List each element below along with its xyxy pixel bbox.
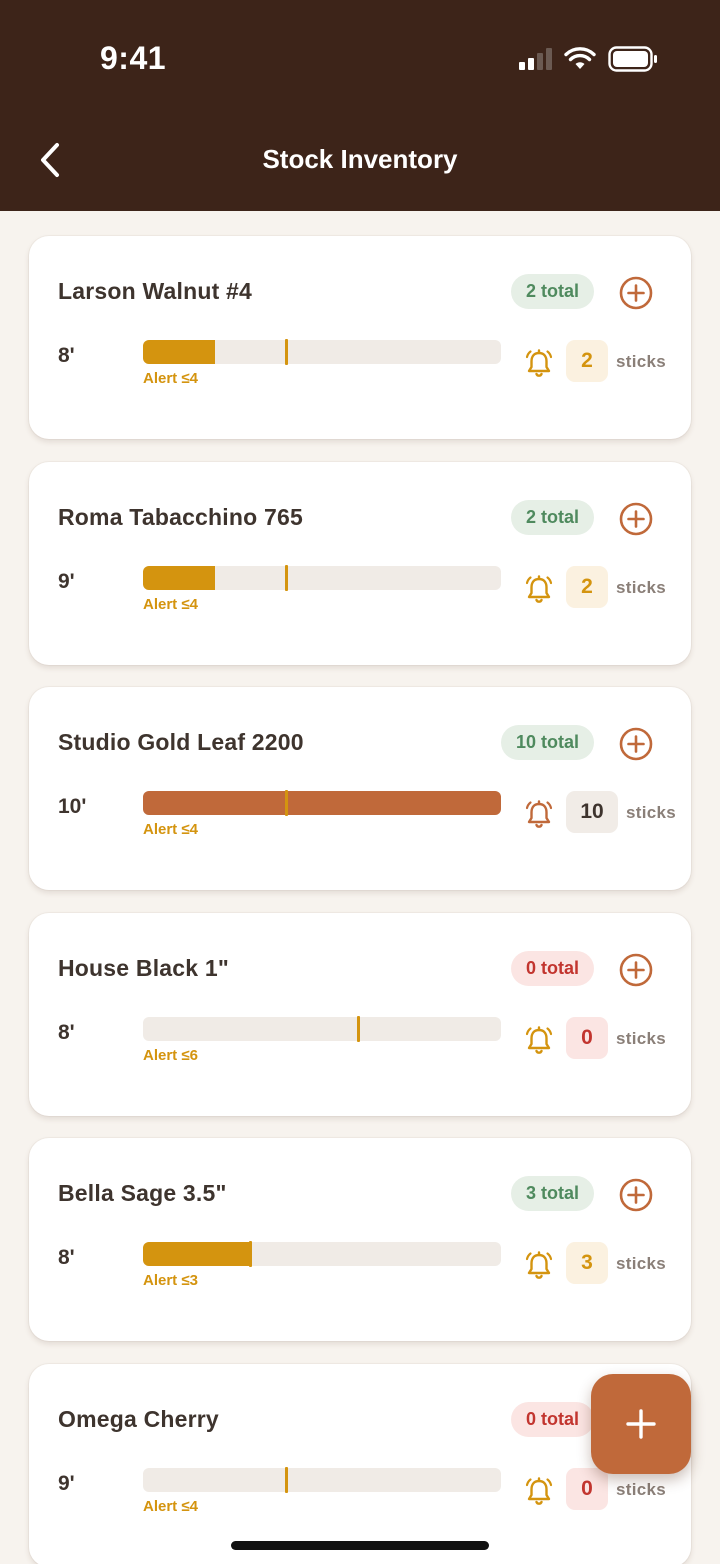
alert-threshold-marker	[357, 1016, 360, 1042]
alert-threshold-label: Alert ≤4	[143, 370, 198, 387]
battery-icon	[608, 46, 657, 72]
status-time: 9:41	[100, 40, 167, 76]
sticks-unit-label: sticks	[616, 1254, 667, 1273]
sticks-unit-label: sticks	[616, 1480, 667, 1499]
stock-level-bar	[143, 339, 501, 365]
frame-name: Studio Gold Leaf 2200	[58, 729, 304, 755]
stick-count[interactable]: 2	[566, 566, 608, 608]
total-badge: 10 total	[500, 725, 594, 760]
frame-name: Omega Cherry	[58, 1406, 219, 1432]
total-badge: 0 total	[510, 951, 594, 986]
stick-count[interactable]: 10	[566, 791, 618, 833]
bell-icon[interactable]	[524, 1250, 554, 1282]
page-title: Stock Inventory	[262, 144, 458, 174]
inventory-card[interactable]: Bella Sage 3.5" 3 total 8' Alert ≤3 3 st…	[29, 1138, 691, 1341]
stock-level-fill	[143, 566, 215, 590]
stock-level-bar	[143, 1467, 501, 1493]
stick-length: 8'	[58, 344, 75, 367]
stick-count[interactable]: 2	[566, 340, 608, 382]
stick-count[interactable]: 3	[566, 1242, 608, 1284]
alert-threshold-label: Alert ≤4	[143, 1498, 198, 1515]
inventory-card[interactable]: House Black 1" 0 total 8' Alert ≤6 0 sti…	[29, 913, 691, 1116]
alert-threshold-label: Alert ≤6	[143, 1047, 198, 1064]
stock-level-fill	[143, 1242, 250, 1266]
plus-circle-icon[interactable]	[619, 953, 653, 987]
plus-circle-icon[interactable]	[619, 276, 653, 310]
cellular-signal-icon	[519, 48, 552, 70]
alert-threshold-marker	[285, 790, 288, 816]
bell-icon[interactable]	[524, 574, 554, 606]
stick-length: 8'	[58, 1246, 75, 1269]
frame-name: Larson Walnut #4	[58, 278, 253, 304]
bell-icon[interactable]	[524, 799, 554, 831]
frame-name: House Black 1"	[58, 955, 229, 981]
sticks-unit-label: sticks	[616, 352, 667, 371]
plus-circle-icon[interactable]	[619, 727, 653, 761]
sticks-unit-label: sticks	[616, 1029, 667, 1048]
alert-threshold-marker	[249, 1241, 252, 1267]
stick-length: 10'	[58, 795, 87, 818]
stock-level-bar	[143, 790, 501, 816]
stock-level-fill	[143, 791, 501, 815]
frame-name: Roma Tabacchino 765	[58, 504, 303, 530]
sticks-unit-label: sticks	[626, 803, 677, 822]
alert-threshold-marker	[285, 565, 288, 591]
total-badge: 2 total	[510, 274, 594, 309]
add-frame-fab-button[interactable]	[591, 1374, 691, 1474]
alert-threshold-label: Alert ≤3	[143, 1272, 198, 1289]
stick-length: 9'	[58, 570, 75, 593]
stick-count[interactable]: 0	[566, 1017, 608, 1059]
inventory-card[interactable]: Larson Walnut #4 2 total 8' Alert ≤4 2 s…	[29, 236, 691, 439]
alert-threshold-marker	[285, 1467, 288, 1493]
bell-icon[interactable]	[524, 1476, 554, 1508]
total-badge: 3 total	[510, 1176, 594, 1211]
frame-name: Bella Sage 3.5"	[58, 1180, 227, 1206]
plus-circle-icon[interactable]	[619, 1178, 653, 1212]
inventory-card[interactable]: Roma Tabacchino 765 2 total 9' Alert ≤4 …	[29, 462, 691, 665]
sticks-unit-label: sticks	[616, 578, 667, 597]
plus-icon	[626, 1409, 656, 1439]
wifi-icon	[564, 47, 596, 69]
alert-threshold-label: Alert ≤4	[143, 596, 198, 613]
stock-level-bar	[143, 565, 501, 591]
plus-circle-icon[interactable]	[619, 502, 653, 536]
home-indicator	[231, 1541, 489, 1550]
bell-icon[interactable]	[524, 348, 554, 380]
stick-count[interactable]: 0	[566, 1468, 608, 1510]
inventory-card[interactable]: Studio Gold Leaf 2200 10 total 10' Alert…	[29, 687, 691, 890]
alert-threshold-marker	[285, 339, 288, 365]
alert-threshold-label: Alert ≤4	[143, 821, 198, 838]
navigation-bar: Stock Inventory	[0, 110, 720, 211]
stock-level-bar	[143, 1241, 501, 1267]
bell-icon[interactable]	[524, 1025, 554, 1057]
app-header: 9:41 Stock Inventory	[0, 0, 720, 211]
total-badge: 2 total	[510, 500, 594, 535]
stick-length: 9'	[58, 1472, 75, 1495]
status-icons	[519, 44, 658, 74]
status-bar: 9:41	[0, 0, 720, 110]
stock-level-bar	[143, 1016, 501, 1042]
total-badge: 0 total	[510, 1402, 594, 1437]
stick-length: 8'	[58, 1021, 75, 1044]
stock-level-fill	[143, 340, 215, 364]
